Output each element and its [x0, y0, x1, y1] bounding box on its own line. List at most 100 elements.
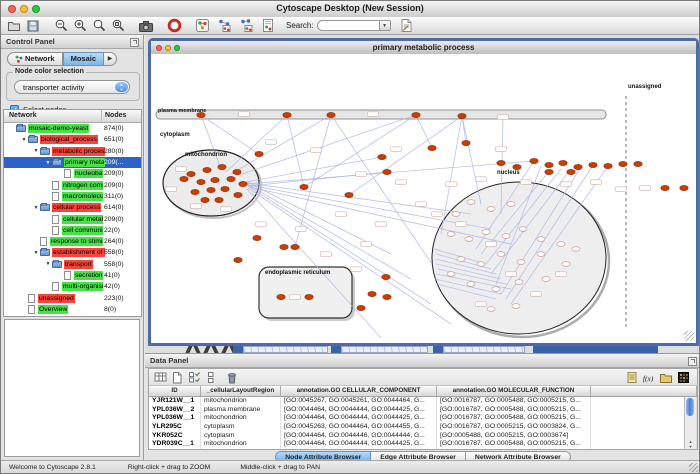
network-node-selected-color[interactable] [604, 163, 612, 168]
col-header-region[interactable]: _cellularLayoutRegion [201, 386, 281, 396]
tree-row[interactable]: multi-organism pro42(0) [4, 281, 141, 292]
network-node-selected-color[interactable] [218, 164, 226, 169]
zoom-selected-region-icon[interactable] [110, 18, 126, 33]
network-node[interactable] [537, 252, 545, 257]
tab-mosaic[interactable]: Mosaic [63, 52, 104, 66]
network-node-selected-color[interactable] [530, 158, 538, 163]
network-node[interactable] [542, 277, 550, 282]
network-node[interactable] [467, 200, 475, 205]
table-row[interactable]: YLR295Ccytoplasm[GO:0045263, GO:0044464,… [149, 423, 697, 432]
zoom-out-icon[interactable] [53, 18, 69, 33]
network-edge[interactable] [247, 184, 411, 279]
matrix-icon[interactable] [676, 371, 690, 384]
notes-icon[interactable] [625, 371, 639, 384]
network-node[interactable] [447, 232, 455, 237]
table-row[interactable]: YPL036W__1mitochondrion[GO:0044464, GO:0… [149, 414, 697, 423]
network-node-selected-color[interactable] [227, 176, 235, 181]
tab-network[interactable]: Network [7, 52, 63, 66]
background-window[interactable] [233, 346, 243, 353]
select-attributes-icon[interactable] [153, 371, 167, 384]
network-node[interactable] [487, 207, 495, 212]
disclosure-triangle-icon[interactable]: ▼ [32, 250, 40, 256]
disclosure-triangle-icon[interactable]: ▼ [32, 148, 40, 154]
network-node-selected-color[interactable] [300, 184, 308, 189]
network-node[interactable] [517, 260, 525, 265]
network-node-selected-color[interactable] [215, 197, 223, 202]
tree-row[interactable]: nucleobase-209(0) [4, 168, 141, 179]
background-window[interactable] [433, 346, 443, 353]
tree-row[interactable]: nitrogen compo209(0) [4, 179, 141, 190]
network-node-selected-color[interactable] [327, 112, 335, 117]
tree-row[interactable]: ▼transport558(0) [4, 259, 141, 270]
network-node[interactable] [477, 262, 485, 267]
network-node[interactable] [502, 234, 510, 239]
network-node[interactable] [515, 280, 523, 285]
scrollbar-arrows[interactable]: ▲▼ [685, 439, 696, 449]
tree-row[interactable]: cell communicat22(0) [4, 225, 141, 236]
table-row[interactable]: YKR052Ccytoplasm[GO:0044464, GO:0044446,… [149, 432, 697, 441]
new-attribute-icon[interactable] [170, 371, 184, 384]
network-node-selected-color[interactable] [255, 151, 263, 156]
canvas-resize-grip[interactable] [684, 331, 694, 341]
network-node-selected-color[interactable] [497, 160, 505, 165]
float-panel-icon[interactable] [688, 357, 697, 366]
network-edge[interactable] [287, 115, 304, 187]
network-node[interactable] [447, 272, 455, 277]
tree-row[interactable]: Overview8(0) [4, 304, 141, 315]
network-canvas[interactable]: plasma membrane cytoplasm mitochondrion … [151, 54, 696, 343]
network-node-selected-color[interactable] [458, 113, 466, 118]
col-header-id[interactable]: ID [149, 386, 201, 396]
table-scrollbar[interactable]: ▲▼ [684, 397, 696, 449]
network-node-selected-color[interactable] [233, 169, 241, 174]
minimize-window-icon[interactable] [20, 5, 28, 13]
network-node-selected-color[interactable] [589, 162, 597, 167]
delete-trash-icon[interactable] [225, 371, 239, 384]
network-node-selected-color[interactable] [383, 169, 391, 174]
network-node[interactable] [457, 257, 465, 262]
window-resize-grip[interactable] [689, 463, 698, 472]
network-node[interactable] [557, 242, 565, 247]
disclosure-triangle-icon[interactable]: ▼ [32, 205, 40, 211]
network-edit-b-icon[interactable] [238, 18, 254, 33]
node-color-dropdown[interactable]: transporter activity ▲▼ [14, 80, 130, 94]
network-node[interactable] [519, 227, 527, 232]
network-node[interactable] [562, 262, 570, 267]
table-row[interactable]: YPL036W__2plasma membrane[GO:0044464, GO… [149, 406, 697, 415]
network-view-titlebar[interactable]: primary metabolic process [151, 41, 696, 55]
tree-row[interactable]: cellular metabo209(0) [4, 213, 141, 224]
network-node-selected-color[interactable] [661, 185, 669, 190]
background-window[interactable] [341, 346, 428, 353]
tree-row[interactable]: mosaic-demo-yeast874(0) [4, 123, 141, 134]
network-node-selected-color[interactable] [619, 161, 627, 166]
network-node-selected-color[interactable] [234, 192, 242, 197]
network-node-selected-color[interactable] [203, 167, 211, 172]
network-node-selected-color[interactable] [412, 112, 420, 117]
close-view-icon[interactable] [156, 45, 162, 51]
tree-row[interactable]: secretion41(0) [4, 270, 141, 281]
vizmapper-icon[interactable] [260, 18, 276, 33]
network-node-selected-color[interactable] [680, 185, 688, 190]
col-header-cellular-component[interactable]: annotation.GO CELLULAR_COMPONENT [281, 386, 437, 396]
network-edge[interactable] [231, 115, 331, 174]
float-panel-icon[interactable] [130, 38, 139, 47]
network-node[interactable] [465, 237, 473, 242]
network-node[interactable] [512, 304, 520, 309]
network-node[interactable] [487, 307, 495, 312]
formula-builder-icon[interactable]: f(x) [642, 371, 656, 384]
delete-attribute-icon[interactable] [187, 371, 201, 384]
disclosure-triangle-icon[interactable]: ▼ [20, 137, 28, 143]
network-node-selected-color[interactable] [180, 176, 188, 181]
disclosure-triangle-icon[interactable]: ▼ [44, 261, 52, 267]
network-node-selected-color[interactable] [368, 291, 376, 296]
network-edge[interactable] [201, 115, 259, 154]
background-window[interactable] [533, 346, 658, 353]
table-row[interactable]: YDR039C__1mitochondrion[GO:0044464, GO:0… [149, 440, 697, 449]
disclosure-triangle-icon[interactable]: ▼ [44, 160, 52, 166]
help-lifebuoy-icon[interactable] [166, 18, 182, 33]
network-node[interactable] [497, 252, 505, 257]
close-window-icon[interactable] [8, 5, 16, 13]
network-node-selected-color[interactable] [462, 140, 470, 145]
table-row[interactable]: YJR121W__1mitochondrion[GO:0045267, GO:0… [149, 397, 697, 406]
network-node-selected-color[interactable] [305, 294, 313, 299]
search-dropdown-icon[interactable]: ▼ [379, 20, 391, 31]
